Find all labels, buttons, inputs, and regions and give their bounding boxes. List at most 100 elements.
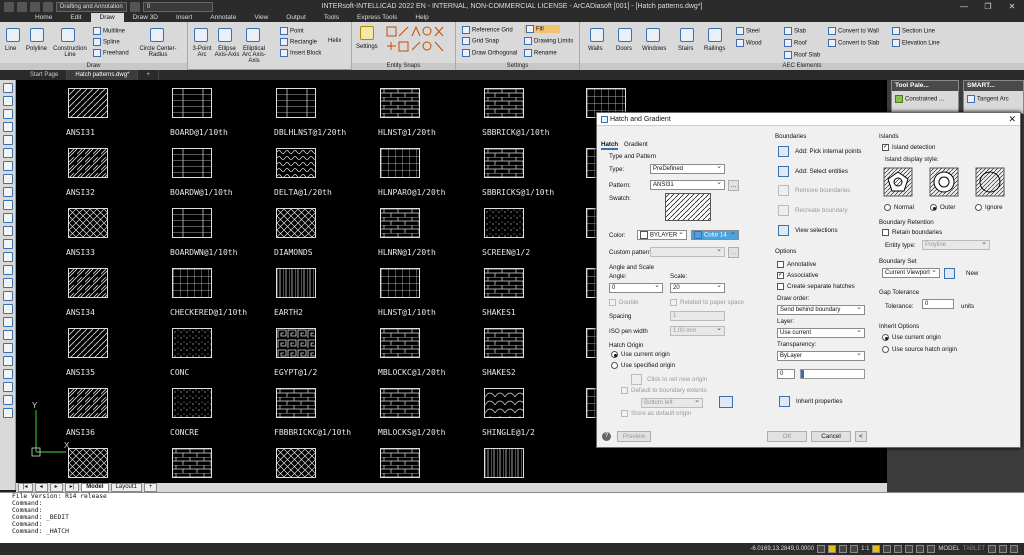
pick-points-icon[interactable] — [778, 146, 789, 157]
hatch-sample[interactable] — [344, 448, 464, 483]
separate-hatches-checkbox[interactable] — [777, 283, 784, 290]
entity-type-select[interactable]: Polyline — [922, 240, 990, 250]
draw-tool-icon[interactable] — [3, 356, 13, 366]
maximize-button[interactable]: ❐ — [976, 0, 1000, 13]
hatch-sample[interactable]: HLNRN@1/20th — [344, 208, 464, 266]
freehand-button[interactable]: Freehand — [103, 51, 129, 57]
draw-tool-icon[interactable] — [3, 369, 13, 379]
draw-order-select[interactable]: Send behind boundary — [777, 305, 865, 315]
island-style-previews[interactable] — [883, 167, 1013, 199]
draw-tool-icon[interactable] — [3, 200, 13, 210]
hatch-sample[interactable]: ANSI33 — [32, 208, 152, 266]
pattern-browse-button[interactable]: … — [728, 180, 739, 191]
model-space-toggle[interactable]: MODEL — [938, 546, 959, 552]
tangent-arc-tool[interactable]: Tangent Arc — [977, 97, 1009, 103]
rectangle-button[interactable]: Rectangle — [290, 40, 317, 46]
collapse-button[interactable]: < — [855, 431, 867, 442]
windows-button[interactable]: Windows — [642, 46, 666, 52]
cancel-button[interactable]: Cancel — [811, 431, 851, 442]
boundary-set-new-button[interactable]: New — [966, 270, 978, 277]
inherit-current-origin-radio[interactable] — [882, 334, 889, 341]
draw-tool-icon[interactable] — [3, 174, 13, 184]
nav-first-icon[interactable]: |◂ — [18, 483, 33, 492]
store-default-checkbox[interactable] — [621, 410, 628, 417]
add-pick-points-button[interactable]: Add: Pick internal points — [795, 148, 861, 155]
tolerance-input[interactable]: 0 — [922, 299, 954, 309]
associative-checkbox[interactable]: ✓ — [777, 272, 784, 279]
background-color-select[interactable]: Color 14 — [691, 230, 739, 240]
annotation-scale[interactable]: 1:1 — [861, 546, 869, 552]
menu-insert[interactable]: Insert — [167, 13, 201, 22]
annotation-icon[interactable] — [850, 545, 859, 553]
inherit-source-origin-radio[interactable] — [882, 346, 889, 353]
save-icon[interactable] — [43, 1, 53, 12]
app-menu-icon[interactable] — [4, 1, 14, 12]
inherit-properties-icon[interactable] — [779, 396, 790, 407]
draw-tool-icon[interactable] — [3, 330, 13, 340]
retain-boundaries-checkbox[interactable] — [882, 229, 889, 236]
origin-position-select[interactable]: Bottom left — [641, 398, 703, 408]
draw-tool-icon[interactable] — [3, 343, 13, 353]
nav-prev-icon[interactable]: ◂ — [34, 483, 48, 492]
hatch-sample[interactable]: HLNPARO@1/20th — [344, 148, 464, 206]
grid-toggle-icon[interactable] — [828, 545, 837, 553]
default-extents-checkbox[interactable] — [621, 387, 628, 394]
roof-slab-button[interactable]: Roof Slab — [794, 53, 820, 59]
nav-next-icon[interactable]: ▸ — [49, 483, 63, 492]
relative-paper-checkbox[interactable] — [670, 299, 677, 306]
constrained-tool[interactable]: Constrained ... — [905, 97, 944, 103]
boundary-set-select[interactable]: Current Viewport — [882, 268, 940, 278]
menu-draw[interactable]: Draw — [90, 13, 124, 22]
document-tab[interactable]: Hatch patterns.dwg* — [67, 70, 139, 80]
spacing-input[interactable]: 1 — [670, 311, 725, 321]
roof-button[interactable]: Roof — [794, 41, 807, 47]
help-icon[interactable]: ? — [602, 432, 611, 441]
draw-tool-icon[interactable] — [3, 291, 13, 301]
pattern-swatch[interactable] — [665, 193, 711, 221]
new-icon[interactable] — [17, 1, 27, 12]
custom-browse-button[interactable]: … — [728, 247, 739, 258]
hatch-sample[interactable]: DBLHLNST@1/20th — [240, 88, 360, 146]
fill-toggle[interactable]: Fill — [536, 27, 544, 33]
hatch-sample[interactable]: BOARDWN@1/10th — [136, 208, 256, 266]
layer-select[interactable]: Use current — [777, 328, 865, 338]
rename-button[interactable]: Rename — [534, 51, 557, 57]
line-button[interactable]: Line — [5, 46, 16, 52]
select-entities-icon[interactable] — [778, 166, 789, 177]
draw-tool-icon[interactable] — [3, 265, 13, 275]
esnap-toggle-icon[interactable] — [883, 545, 892, 553]
circle-button[interactable]: Circle Center-Radius — [138, 46, 178, 58]
nav-last-icon[interactable]: ▸| — [64, 483, 80, 492]
menu-tools[interactable]: Tools — [315, 13, 348, 22]
use-specified-origin-radio[interactable] — [611, 362, 618, 369]
menu-help[interactable]: Help — [406, 13, 437, 22]
transparency-slider[interactable] — [800, 369, 865, 379]
draw-tool-icon[interactable] — [3, 109, 13, 119]
selection-cycling-icon[interactable] — [927, 545, 936, 553]
island-detection-checkbox[interactable]: ✓ — [882, 144, 889, 151]
draw-tool-icon[interactable] — [3, 122, 13, 132]
multiline-button[interactable]: Multiline — [103, 29, 125, 35]
hatch-sample[interactable]: ANSI32 — [32, 148, 152, 206]
railings-button[interactable]: Railings — [704, 46, 725, 52]
doors-button[interactable]: Doors — [616, 46, 632, 52]
layer-select[interactable]: 0 — [142, 1, 213, 12]
hatch-sample[interactable]: BOARDW@1/10th — [136, 148, 256, 206]
view-selections-icon[interactable] — [778, 225, 789, 236]
draw-tool-icon[interactable] — [3, 83, 13, 93]
command-line[interactable]: File Version: R14 release Command: Comma… — [0, 492, 1024, 543]
menu-annotate[interactable]: Annotate — [201, 13, 245, 22]
hatch-sample[interactable]: CONCRE — [136, 388, 256, 446]
draw-tool-icon[interactable] — [3, 96, 13, 106]
draw-orthogonal-toggle[interactable]: Draw Orthogonal — [472, 51, 517, 57]
set-origin-icon[interactable] — [631, 374, 642, 385]
draw-tool-icon[interactable] — [3, 161, 13, 171]
hatch-sample[interactable]: EARTH2 — [240, 268, 360, 326]
insert-block-button[interactable]: Insert Block — [290, 51, 321, 57]
snap-mode-icons[interactable] — [386, 26, 450, 56]
helix-button[interactable]: Helix — [328, 38, 341, 44]
island-outer-radio[interactable] — [930, 204, 937, 211]
menu-draw-3d[interactable]: Draw 3D — [124, 13, 167, 22]
walls-button[interactable]: Walls — [588, 46, 602, 52]
smart-panel-title[interactable]: SMART... — [964, 81, 1023, 91]
